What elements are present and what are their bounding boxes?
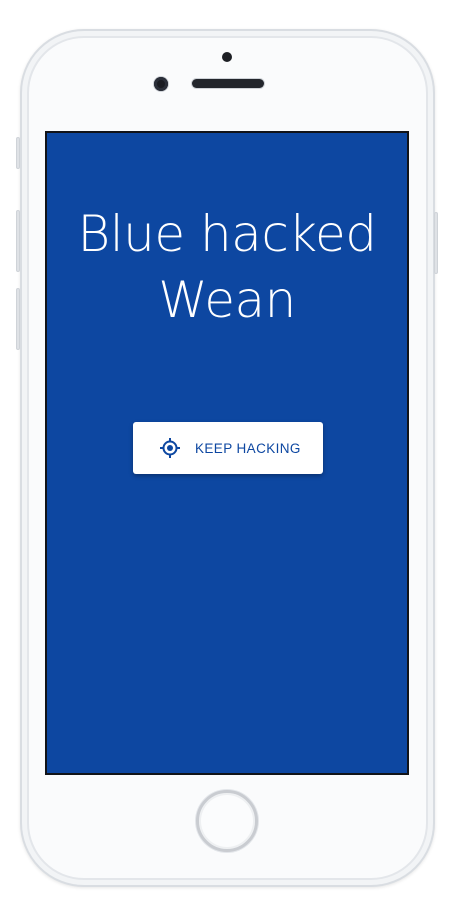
headline-text: Blue hacked Wean: [77, 205, 377, 329]
front-camera-icon: [154, 77, 168, 91]
keep-hacking-label: KEEP HACKING: [195, 440, 301, 456]
crosshair-target-icon: [159, 437, 181, 459]
proximity-sensor: [222, 52, 232, 62]
stage: Blue hacked Wean KEEP HACKING: [0, 0, 455, 908]
volume-down-button: [16, 288, 20, 350]
mute-switch: [16, 137, 20, 169]
app-screen: Blue hacked Wean KEEP HACKING: [45, 131, 409, 775]
home-button[interactable]: [196, 790, 258, 852]
earpiece-speaker: [192, 79, 264, 88]
keep-hacking-button[interactable]: KEEP HACKING: [133, 422, 323, 474]
volume-up-button: [16, 210, 20, 272]
power-button: [434, 212, 438, 274]
